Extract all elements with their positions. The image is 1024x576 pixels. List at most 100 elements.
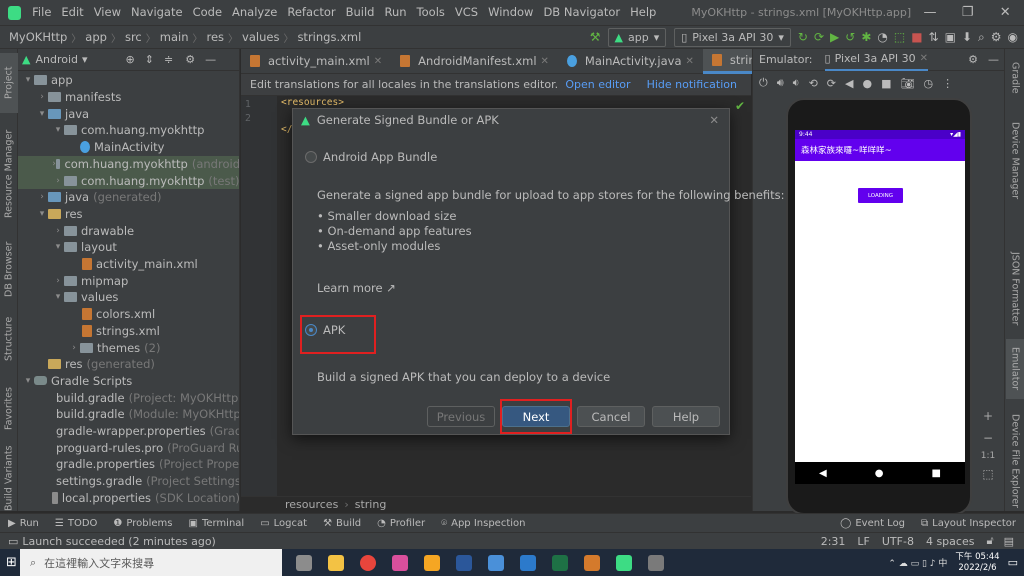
caret-position[interactable]: 2:31	[821, 535, 846, 548]
tree-item-gradle-properties[interactable]: gradle.properties (Project Properti	[18, 456, 239, 473]
breadcrumb-main[interactable]: main	[157, 30, 192, 44]
update-icon[interactable]: ◉	[1008, 28, 1018, 46]
line-separator[interactable]: LF	[857, 535, 869, 548]
tree-item-build-gradle-project[interactable]: build.gradle (Project: MyOKHttp)	[18, 389, 239, 406]
status-message[interactable]: Launch succeeded (2 minutes ago)	[22, 535, 215, 548]
tree-item-mainactivity[interactable]: MainActivity	[18, 139, 239, 156]
stop-icon[interactable]: ■	[911, 28, 922, 46]
tab-device-manager[interactable]: Device Manager	[1006, 111, 1024, 211]
paint-icon[interactable]	[392, 554, 408, 571]
apply-code-changes-icon[interactable]: ⟳	[814, 28, 824, 46]
tab-emulator[interactable]: Emulator	[1006, 339, 1024, 399]
app-icon[interactable]	[648, 554, 664, 571]
menu-analyze[interactable]: Analyze	[227, 0, 282, 25]
sublime-icon[interactable]	[584, 554, 600, 571]
tool-layout-inspector[interactable]: ⧉ Layout Inspector	[913, 518, 1024, 529]
avd-manager-icon[interactable]: ▣	[945, 28, 956, 46]
tray-icons[interactable]: ⌃ ☁ ▭ ▯ ♪ 中	[888, 556, 947, 569]
tree-item-strings[interactable]: strings.xml	[18, 323, 239, 340]
open-editor-link[interactable]: Open editor	[565, 78, 630, 91]
tab-structure[interactable]: Structure	[0, 311, 18, 366]
tab-json-formatter[interactable]: JSON Formatter	[1006, 239, 1024, 339]
taskbar-search-box[interactable]: ⌕ 在這裡輸入文字來搜尋	[20, 549, 282, 576]
zoom-out-icon[interactable]: −	[977, 431, 999, 445]
breadcrumb-strings-xml[interactable]: strings.xml	[294, 30, 364, 44]
home-icon[interactable]: ●	[862, 77, 872, 90]
chrome-icon[interactable]	[360, 554, 376, 571]
tree-item-build-gradle-module[interactable]: build.gradle (Module: MyOKHttp.a	[18, 406, 239, 423]
breadcrumb-res[interactable]: res	[203, 30, 227, 44]
close-icon[interactable]: ✕	[709, 113, 719, 127]
run-icon[interactable]: ▶	[830, 28, 839, 46]
tree-item-drawable[interactable]: › drawable	[18, 222, 239, 239]
project-view-select[interactable]: Android	[35, 53, 78, 66]
volume-up-icon[interactable]: 🔊︎	[777, 76, 784, 90]
tree-item-package-android[interactable]: › com.huang.myokhttp (android	[18, 155, 239, 173]
tree-item-themes[interactable]: › themes (2)	[18, 339, 239, 356]
tab-gradle[interactable]: Gradle	[1006, 53, 1024, 103]
memory-indicator-icon[interactable]: ▤	[1004, 535, 1014, 548]
apply-changes-icon[interactable]: ↻	[798, 28, 808, 46]
close-icon[interactable]: ✕	[374, 56, 382, 67]
word-icon[interactable]	[456, 554, 472, 571]
tab-activity-main[interactable]: activity_main.xml ✕	[241, 49, 391, 74]
breadcrumb-project[interactable]: MyOKHttp	[6, 30, 70, 44]
tab-device-file-explorer[interactable]: Device File Explorer	[1006, 411, 1024, 511]
breadcrumb-app[interactable]: app	[82, 30, 110, 44]
sync-icon[interactable]: ⇅	[929, 28, 939, 46]
task-view-icon[interactable]	[296, 554, 312, 571]
close-icon[interactable]: ✕	[686, 56, 694, 67]
tree-item-settings-gradle[interactable]: settings.gradle (Project Settings)	[18, 473, 239, 490]
hide-icon[interactable]: —	[988, 53, 999, 66]
learn-more-link[interactable]: Learn more ↗	[317, 281, 396, 295]
menu-edit[interactable]: Edit	[56, 0, 88, 25]
hide-notification-link[interactable]: Hide notification	[647, 78, 737, 91]
tool-run[interactable]: ▶ Run	[0, 518, 47, 529]
lock-icon[interactable]: 🔓︎	[986, 534, 993, 548]
tab-favorites[interactable]: Favorites	[0, 379, 18, 439]
loading-button[interactable]: LOADING	[858, 188, 903, 203]
run-config-select[interactable]: ▲ app ▾	[607, 27, 667, 47]
restore-icon[interactable]: ❐	[949, 5, 987, 20]
menu-build[interactable]: Build	[341, 0, 380, 25]
nav-home-icon[interactable]: ●	[875, 468, 884, 479]
menu-tools[interactable]: Tools	[412, 0, 450, 25]
file-explorer-icon[interactable]	[328, 554, 344, 571]
menu-refactor[interactable]: Refactor	[282, 0, 340, 25]
taskbar-clock[interactable]: 下午 05:44 2022/2/6	[955, 552, 999, 574]
tool-build[interactable]: ⚒ Build	[315, 518, 369, 529]
crosshair-icon[interactable]: ⊕	[126, 53, 135, 66]
tab-build-variants[interactable]: Build Variants	[0, 445, 18, 511]
tree-item-local-properties[interactable]: local.properties (SDK Location)	[18, 490, 239, 507]
tree-item-colors[interactable]: colors.xml	[18, 306, 239, 323]
tool-app-inspection[interactable]: ⌾ App Inspection	[433, 518, 533, 529]
close-icon[interactable]: ✕	[541, 56, 549, 67]
hide-icon[interactable]: —	[205, 53, 216, 66]
footer-crumb[interactable]: string	[355, 498, 387, 511]
cancel-button[interactable]: Cancel	[577, 406, 645, 427]
tree-item-activity-main[interactable]: activity_main.xml	[18, 256, 239, 273]
power-icon[interactable]: ⏻	[759, 76, 768, 90]
nav-recents-icon[interactable]: ■	[932, 468, 941, 479]
tree-item-java-generated[interactable]: › java (generated)	[18, 189, 239, 206]
tree-item-manifests[interactable]: › manifests	[18, 89, 239, 106]
tool-profiler[interactable]: ◔ Profiler	[369, 518, 433, 529]
tree-item-gradle-wrapper[interactable]: gradle-wrapper.properties(Gradle	[18, 423, 239, 440]
menu-view[interactable]: View	[89, 0, 126, 25]
option-app-bundle[interactable]: Android App Bundle	[305, 150, 437, 164]
breadcrumb-values[interactable]: values	[239, 30, 282, 44]
tab-resource-manager[interactable]: Resource Manager	[0, 119, 18, 229]
volume-down-icon[interactable]: 🔉︎	[793, 76, 800, 90]
tool-event-log[interactable]: ◯ Event Log	[832, 518, 913, 529]
phone-screen[interactable]: 9:44 ▾◢▮ 森林家族來囉~咩咩咩~ LOADING	[795, 130, 965, 462]
app-icon[interactable]	[424, 554, 440, 571]
emulator-device-tab[interactable]: ▯ Pixel 3a API 30 ✕	[824, 49, 929, 71]
notification-icon[interactable]: ▭	[1008, 556, 1018, 569]
tab-project[interactable]: Project	[0, 53, 18, 113]
android-studio-task-icon[interactable]	[616, 554, 632, 571]
breadcrumb-src[interactable]: src	[122, 30, 145, 44]
tree-item-res[interactable]: ▾ res	[18, 206, 239, 223]
excel-icon[interactable]	[552, 554, 568, 571]
windows-start-icon[interactable]: ⊞	[6, 555, 17, 570]
menu-help[interactable]: Help	[625, 0, 661, 25]
